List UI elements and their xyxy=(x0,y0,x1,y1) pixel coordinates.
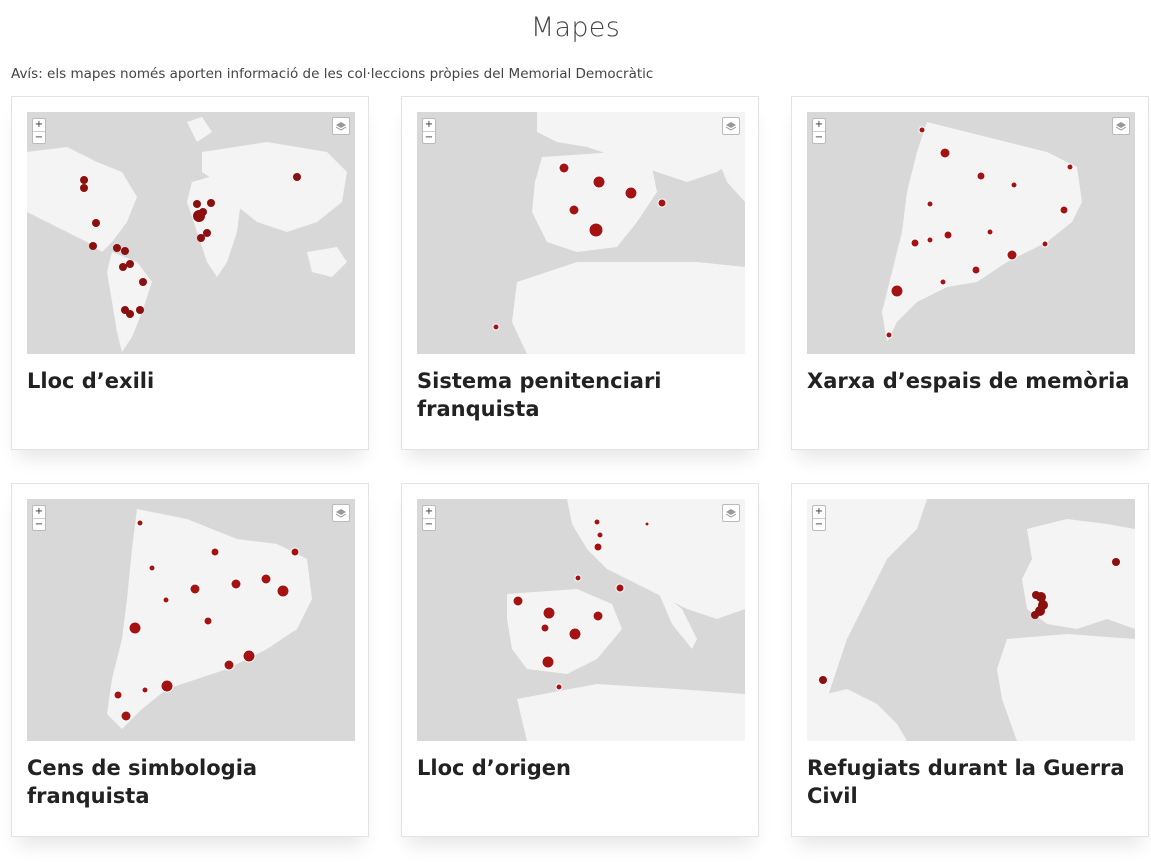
map-card-lloc-origen[interactable]: + − Lloc d’origen xyxy=(401,483,759,837)
atlantic-map xyxy=(807,499,1135,741)
card-title[interactable]: Lloc d’origen xyxy=(417,754,747,782)
layers-icon[interactable] xyxy=(722,117,740,135)
page-title: Mapes xyxy=(530,12,621,43)
layers-icon[interactable] xyxy=(722,504,740,522)
card-title[interactable]: Cens de simbologia franquista xyxy=(27,754,357,810)
layers-icon[interactable] xyxy=(332,504,350,522)
zoom-control: + − xyxy=(422,118,436,144)
zoom-in-button[interactable]: + xyxy=(33,506,45,518)
map-preview-atlantic[interactable]: + − xyxy=(807,499,1135,741)
zoom-out-button[interactable]: − xyxy=(813,518,825,530)
iberia-map xyxy=(492,112,745,354)
zoom-control: + − xyxy=(812,118,826,144)
map-preview-catalonia[interactable]: + − xyxy=(27,499,355,741)
zoom-in-button[interactable]: + xyxy=(813,119,825,131)
map-card-lloc-exili[interactable]: + − Lloc d’exili xyxy=(11,96,369,450)
zoom-control: + − xyxy=(32,505,46,531)
map-preview-iberia[interactable]: + − xyxy=(417,112,745,354)
catalonia-map xyxy=(107,509,312,729)
zoom-in-button[interactable]: + xyxy=(33,119,45,131)
card-title[interactable]: Lloc d’exili xyxy=(27,367,357,395)
map-preview-western-europe[interactable]: + − xyxy=(417,499,745,741)
zoom-in-button[interactable]: + xyxy=(423,119,435,131)
western-europe-map xyxy=(507,499,745,741)
zoom-out-button[interactable]: − xyxy=(813,131,825,143)
zoom-out-button[interactable]: − xyxy=(33,131,45,143)
map-card-cens-simbologia[interactable]: + − Cens de simbologia franquista xyxy=(11,483,369,837)
zoom-control: + − xyxy=(422,505,436,531)
card-title[interactable]: Refugiats durant la Guerra Civil xyxy=(807,754,1137,810)
map-preview-world[interactable]: + − xyxy=(27,112,355,354)
map-card-sistema-penitenciari[interactable]: + − Sistema penitenciari franquista xyxy=(401,96,759,450)
layers-icon[interactable] xyxy=(1112,117,1130,135)
layers-icon[interactable] xyxy=(332,117,350,135)
card-title[interactable]: Sistema penitenciari franquista xyxy=(417,367,747,423)
card-title[interactable]: Xarxa d’espais de memòria xyxy=(807,367,1137,395)
zoom-in-button[interactable]: + xyxy=(423,506,435,518)
collections-notice: Avís: els mapes només aporten informació… xyxy=(11,66,654,82)
catalonia-map xyxy=(882,122,1082,342)
zoom-control: + − xyxy=(32,118,46,144)
map-card-refugiats[interactable]: + − Refugiats durant la Guerra Civil xyxy=(791,483,1149,837)
map-card-xarxa-espais[interactable]: + − Xarxa d’espais de memòria xyxy=(791,96,1149,450)
zoom-out-button[interactable]: − xyxy=(423,131,435,143)
zoom-control: + − xyxy=(812,505,826,531)
zoom-in-button[interactable]: + xyxy=(813,506,825,518)
zoom-out-button[interactable]: − xyxy=(33,518,45,530)
world-map xyxy=(27,117,347,352)
zoom-out-button[interactable]: − xyxy=(423,518,435,530)
map-preview-catalonia[interactable]: + − xyxy=(807,112,1135,354)
